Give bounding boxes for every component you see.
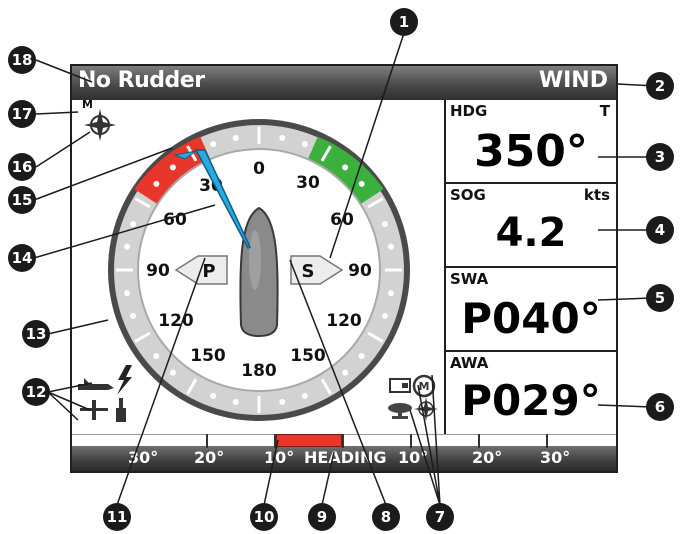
callout-1: 1 xyxy=(390,8,418,36)
callout-12: 12 xyxy=(22,378,50,406)
callout-18: 18 xyxy=(8,46,36,74)
callout-16: 16 xyxy=(8,153,36,181)
callout-8: 8 xyxy=(372,503,400,531)
callout-6: 6 xyxy=(646,393,674,421)
callout-3: 3 xyxy=(646,143,674,171)
callout-13: 13 xyxy=(22,320,50,348)
callout-14: 14 xyxy=(8,244,36,272)
callout-5: 5 xyxy=(646,284,674,312)
callout-15: 15 xyxy=(8,186,36,214)
callout-9: 9 xyxy=(308,503,336,531)
callout-2: 2 xyxy=(646,72,674,100)
callout-leaders xyxy=(33,29,656,506)
callout-4: 4 xyxy=(646,216,674,244)
callout-11: 11 xyxy=(103,503,131,531)
callout-7: 7 xyxy=(426,503,454,531)
callout-17: 17 xyxy=(8,100,36,128)
callout-10: 10 xyxy=(250,503,278,531)
